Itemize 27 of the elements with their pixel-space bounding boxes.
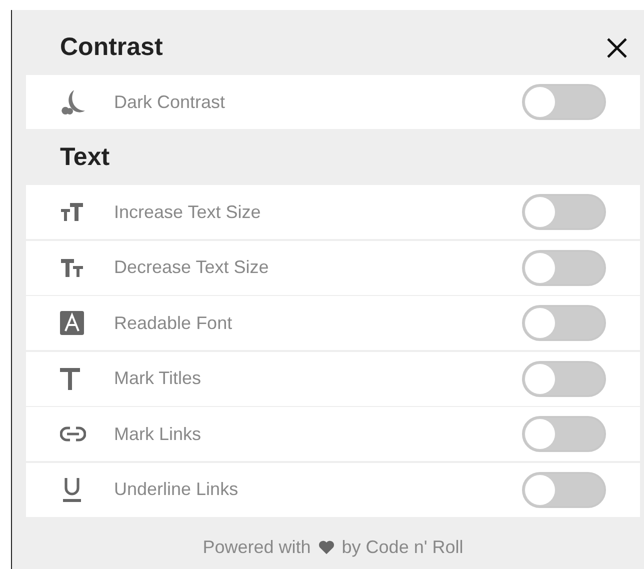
toggle-switch[interactable] [522, 416, 606, 452]
option-label: Decrease Text Size [114, 257, 270, 278]
option-label: Increase Text Size [114, 202, 262, 222]
link-icon [60, 426, 86, 442]
underline-icon [60, 476, 84, 502]
close-icon[interactable] [606, 36, 628, 58]
option-label: Mark Links [114, 424, 202, 444]
footer-text: Powered with [202, 536, 311, 558]
moon-icon [60, 89, 86, 115]
footer-text: by Code n' Roll [342, 536, 464, 558]
toggle-switch[interactable] [522, 84, 606, 120]
toggle-switch[interactable] [522, 194, 606, 230]
letter-t-icon [60, 368, 80, 390]
toggle-switch[interactable] [522, 472, 606, 508]
option-label: Readable Font [114, 312, 234, 334]
heart-icon [318, 540, 335, 554]
letter-a-icon [60, 311, 84, 335]
section-title: Text [60, 142, 110, 172]
option-label: Underline Links [114, 479, 240, 500]
option-label: Mark Titles [114, 368, 202, 389]
toggle-switch[interactable] [522, 305, 606, 341]
increase-text-icon [60, 202, 84, 222]
toggle-switch[interactable] [522, 360, 606, 396]
option-label: Dark Contrast [114, 92, 226, 112]
decrease-text-icon [60, 258, 84, 278]
section-title: Contrast [60, 32, 163, 62]
toggle-switch[interactable] [522, 250, 606, 286]
